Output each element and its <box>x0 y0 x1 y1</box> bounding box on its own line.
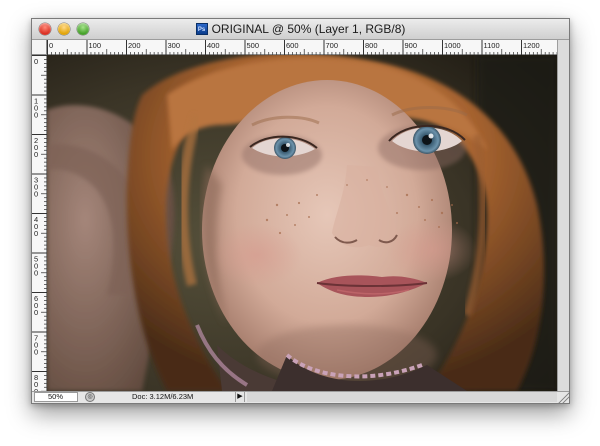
ruler-label: 1200 <box>523 41 540 50</box>
title-bar[interactable]: Ps ORIGINAL @ 50% (Layer 1, RGB/8) <box>32 19 569 40</box>
status-bar: 50% ◎ Doc: 3.12M/6.23M ▶ <box>32 391 569 403</box>
horizontal-scrollbar[interactable] <box>247 392 557 402</box>
zoom-level-field[interactable]: 50% <box>34 392 78 402</box>
ruler-label: 600 <box>286 41 299 50</box>
vertical-scrollbar[interactable] <box>557 40 569 391</box>
ruler-label: 0 <box>34 229 38 238</box>
window-title: ORIGINAL @ 50% (Layer 1, RGB/8) <box>211 22 406 36</box>
vertical-ruler[interactable]: 0100200300400500600700800 <box>32 55 47 391</box>
ruler-label: 0 <box>34 111 38 120</box>
ruler-label: 0 <box>34 57 38 66</box>
ruler-label: 900 <box>405 41 418 50</box>
resize-grip-icon[interactable] <box>557 391 569 403</box>
photoshop-document-icon: Ps <box>195 23 208 35</box>
ruler-label: 500 <box>247 41 260 50</box>
document-size-info: Doc: 3.12M/6.23M <box>132 392 194 401</box>
horizontal-ruler-ticks: 0 100 200 300 400 500 600 700 800 900 1000 1100 1200 <box>47 40 557 55</box>
ruler-origin-corner[interactable] <box>32 40 47 55</box>
image-canvas[interactable] <box>47 55 557 391</box>
ruler-label: 100 <box>89 41 102 50</box>
status-info-icon[interactable]: ◎ <box>85 392 95 402</box>
ruler-label: 300 <box>168 41 181 50</box>
vertical-ruler-ticks: 0100200300400500600700800 <box>32 55 47 391</box>
ruler-label: 0 <box>34 348 38 357</box>
ruler-label: 1100 <box>484 41 500 50</box>
document-window: Ps ORIGINAL @ 50% (Layer 1, RGB/8) 0 100 2… <box>31 18 570 404</box>
window-title-group: Ps ORIGINAL @ 50% (Layer 1, RGB/8) <box>32 19 569 39</box>
ruler-label: 0 <box>34 190 38 199</box>
ruler-label: 700 <box>326 41 339 50</box>
ruler-label: 400 <box>207 41 220 50</box>
ruler-label: 200 <box>128 41 141 50</box>
horizontal-ruler[interactable]: 0 100 200 300 400 500 600 700 800 900 1000 1100 1200 <box>47 40 557 55</box>
ruler-label: 0 <box>34 150 38 159</box>
status-menu-arrow-icon[interactable]: ▶ <box>235 392 245 402</box>
ruler-label: 0 <box>34 269 38 278</box>
ruler-label: 1000 <box>444 41 461 50</box>
ruler-label: 800 <box>365 41 378 50</box>
ruler-label: 0 <box>34 308 38 317</box>
ruler-label: 0 <box>49 41 53 50</box>
photo-image <box>47 55 557 391</box>
